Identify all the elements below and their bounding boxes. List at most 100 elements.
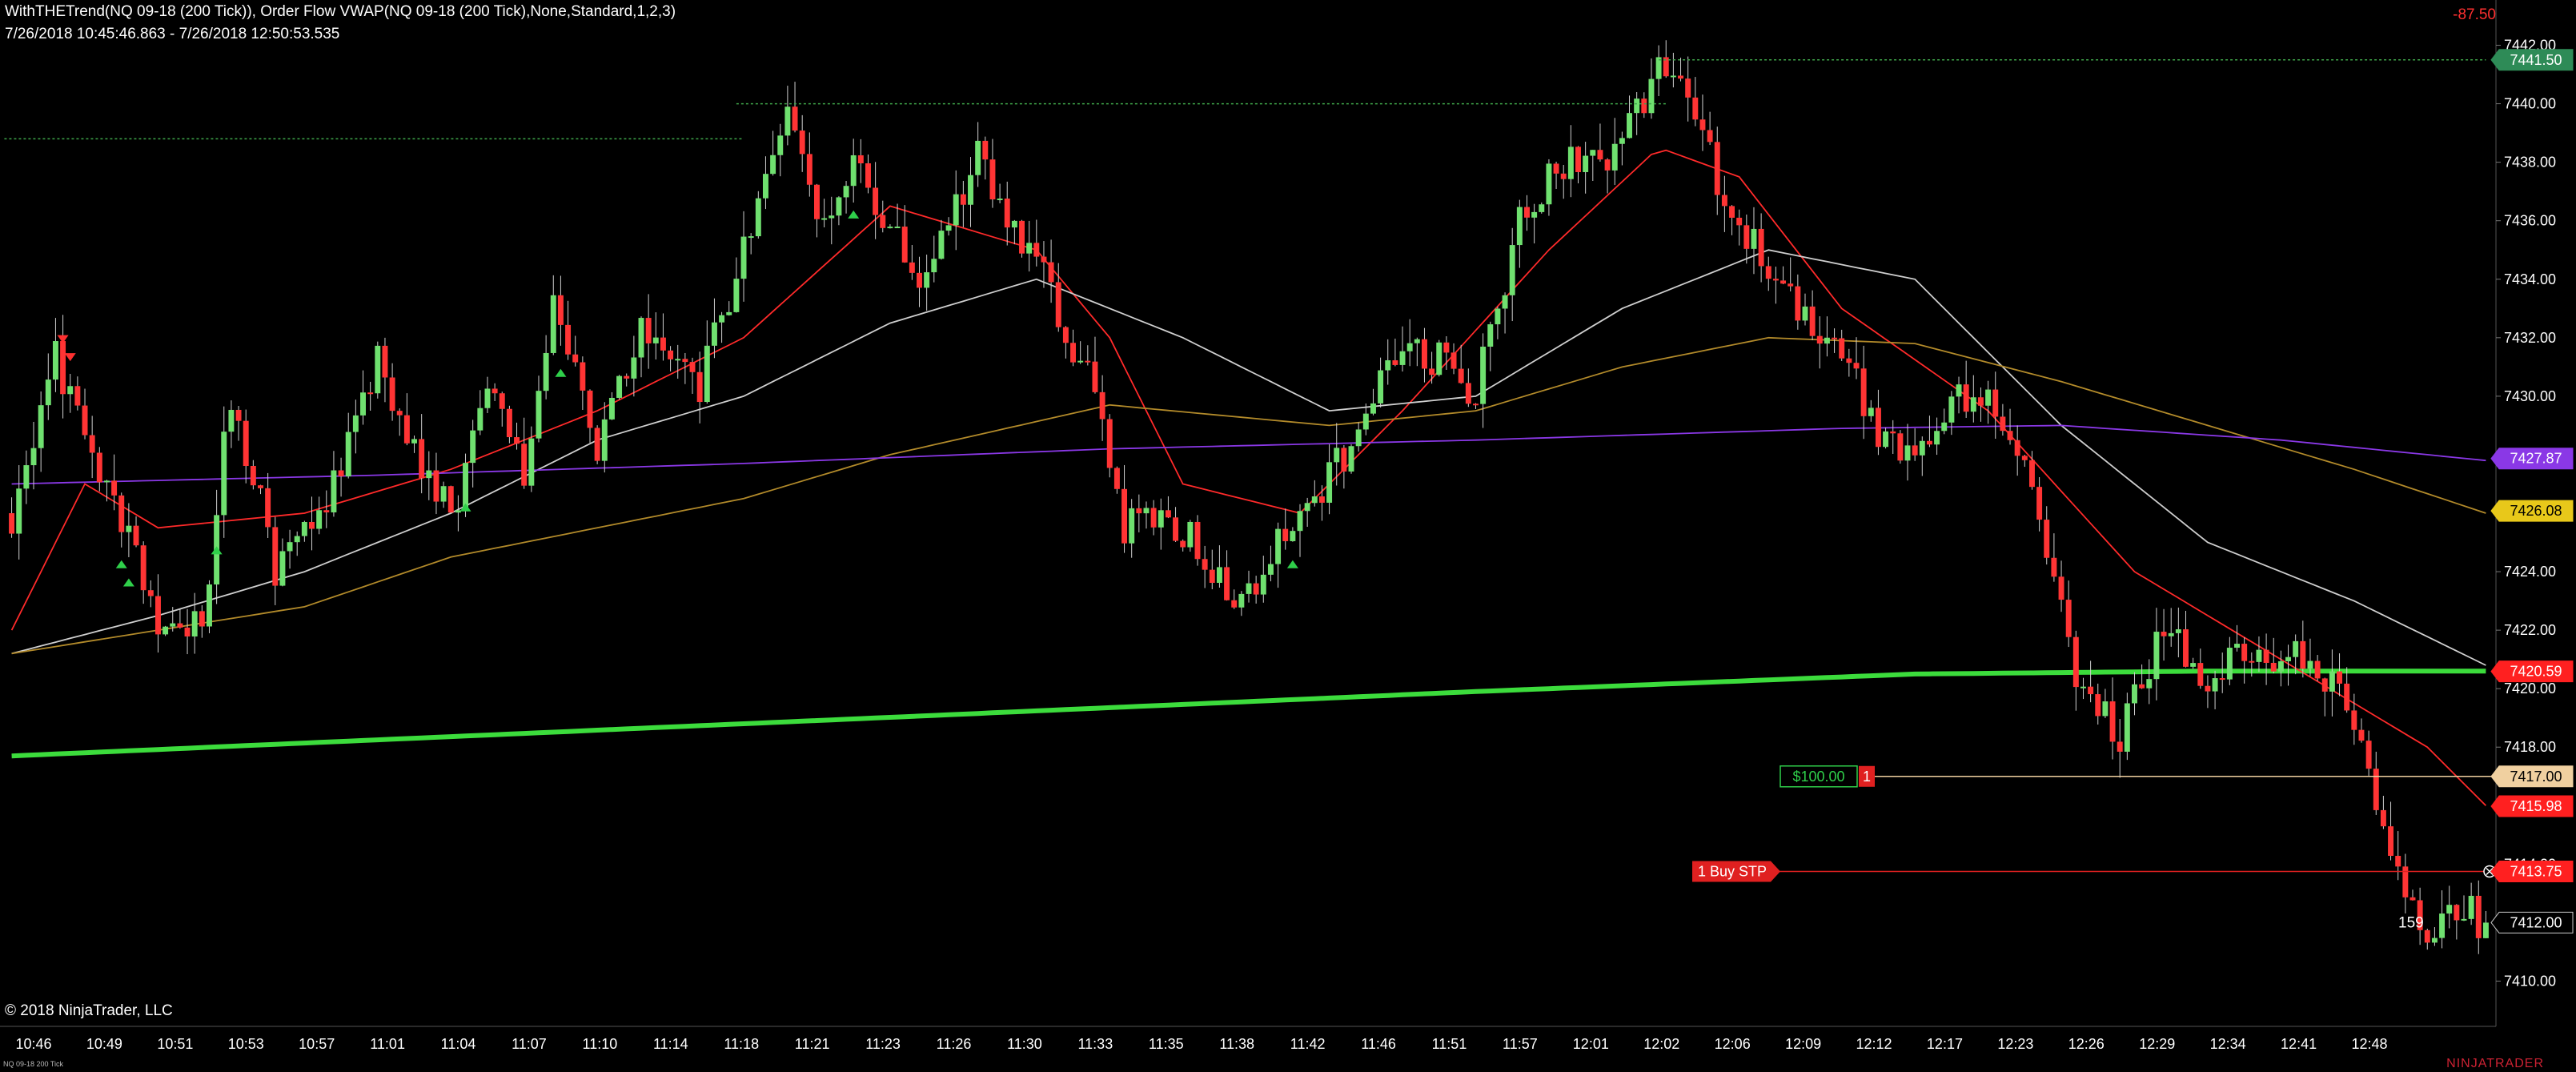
candle-body <box>506 408 512 438</box>
time-tick-label: 12:23 <box>1997 1036 2033 1052</box>
candle-body <box>748 236 754 239</box>
time-tick-label: 11:23 <box>865 1036 901 1052</box>
candle-body <box>2446 905 2453 914</box>
candle-body <box>726 311 732 315</box>
time-tick-label: 12:12 <box>1856 1036 1892 1052</box>
candle-body <box>1780 280 1787 284</box>
candle-body <box>163 626 169 635</box>
candle-body <box>968 175 973 205</box>
candle-body <box>829 215 835 219</box>
candle-body <box>2044 520 2050 558</box>
time-tick-label: 11:51 <box>1432 1036 1467 1052</box>
candle-body <box>2337 671 2343 684</box>
candle-body <box>1772 279 1779 281</box>
order-overlays[interactable]: $100.00 1 1 Buy STP 159 <box>4 59 2496 932</box>
sell-arrow-icon <box>64 353 76 362</box>
candle-body <box>1085 360 1091 363</box>
candle-body <box>2080 686 2086 689</box>
candle-body <box>2175 629 2181 633</box>
time-tick-label: 11:57 <box>1503 1036 1538 1052</box>
candle-body <box>126 525 132 532</box>
candle-body <box>1853 363 1860 369</box>
indicator-title: WithTHETrend(NQ 09-18 (200 Tick)), Order… <box>5 3 676 20</box>
time-tick-label: 11:10 <box>583 1036 618 1052</box>
time-tick-label: 12:26 <box>2068 1036 2105 1052</box>
candle-body <box>2036 487 2043 520</box>
ma-line-ma_purple <box>11 424 2486 485</box>
candle-body <box>704 345 710 403</box>
candle-body <box>2132 684 2137 704</box>
candle-body <box>1495 308 1501 325</box>
candle-body <box>426 470 432 479</box>
candle-body <box>367 392 374 395</box>
candle-body <box>1224 567 1230 600</box>
time-tick-label: 11:33 <box>1078 1036 1113 1052</box>
time-tick-label: 11:21 <box>795 1036 830 1052</box>
candle-body <box>258 485 263 488</box>
candle-body <box>316 510 323 529</box>
candle-body <box>1004 199 1010 228</box>
candle-body <box>1524 207 1530 218</box>
time-tick-label: 12:17 <box>1927 1036 1963 1052</box>
candle-body <box>1267 564 1274 575</box>
candle-body <box>89 435 95 453</box>
candle-body <box>2365 741 2372 769</box>
candle-body <box>514 437 520 444</box>
candle-body <box>2358 729 2365 741</box>
buy-arrow-icon <box>1286 560 1298 568</box>
ma-line-ma_white <box>11 249 2486 666</box>
time-tick-label: 11:26 <box>937 1036 972 1052</box>
candle-body <box>1099 391 1105 420</box>
candle-body <box>1897 433 1904 461</box>
candle-body <box>9 513 15 534</box>
candle-body <box>806 154 813 185</box>
candle-body <box>2285 656 2291 661</box>
time-tick-label: 12:34 <box>2210 1036 2246 1052</box>
candle-body <box>2007 431 2013 440</box>
price-tick-label: 7420.00 <box>2504 681 2556 697</box>
candle-body <box>1583 155 1589 172</box>
candle-body <box>1077 360 1084 363</box>
candle-body <box>2028 460 2035 488</box>
candle-body <box>601 419 608 461</box>
candle-body <box>580 362 586 391</box>
time-axis[interactable]: 10:46 10:49 10:51 10:53 10:57 11:01 11:04 11:07… <box>0 1026 2496 1052</box>
candle-body <box>1348 446 1354 472</box>
candle-body <box>1860 368 1867 416</box>
candle-body <box>1055 282 1061 327</box>
price-marker-label: 7441.50 <box>2510 52 2562 68</box>
candle-body <box>1788 283 1794 287</box>
candle-body <box>2351 710 2357 730</box>
position-pnl-label: $100.00 <box>1792 769 1844 785</box>
candle-body <box>1480 346 1487 404</box>
candle-body <box>1392 360 1398 365</box>
candle-body <box>624 375 630 379</box>
candle-body <box>287 542 293 552</box>
candle-body <box>30 448 37 466</box>
time-tick-label: 11:18 <box>724 1036 759 1052</box>
candle-body <box>733 279 740 312</box>
time-tick-label: 10:49 <box>86 1036 122 1052</box>
candle-body <box>1736 217 1743 226</box>
copyright-text: © 2018 NinjaTrader, LLC <box>5 1002 173 1019</box>
candle-body <box>1516 207 1523 246</box>
signal-arrows <box>57 210 1298 587</box>
candle-body <box>2293 640 2299 657</box>
candle-body <box>1729 206 1735 218</box>
time-tick-label: 11:35 <box>1149 1036 1184 1052</box>
candle-body <box>1721 195 1727 207</box>
candle-body <box>660 337 666 351</box>
candle-body <box>2395 856 2401 867</box>
candle-body <box>375 345 381 394</box>
candle-body <box>147 590 154 596</box>
candle-body <box>521 444 528 486</box>
candle-body <box>2109 701 2116 742</box>
candle-body <box>1231 600 1238 608</box>
time-tick-label: 10:46 <box>15 1036 51 1052</box>
candle-body <box>1509 245 1515 295</box>
candle-body <box>184 627 191 636</box>
chart-canvas[interactable]: 7442.007440.007438.007436.007434.007432.… <box>0 0 2576 1072</box>
price-markers: 7441.50 7427.87 7426.08 7420.59 7417.00 7415.… <box>2490 49 2574 933</box>
candle-body <box>2373 769 2379 810</box>
candle-body <box>177 623 183 628</box>
